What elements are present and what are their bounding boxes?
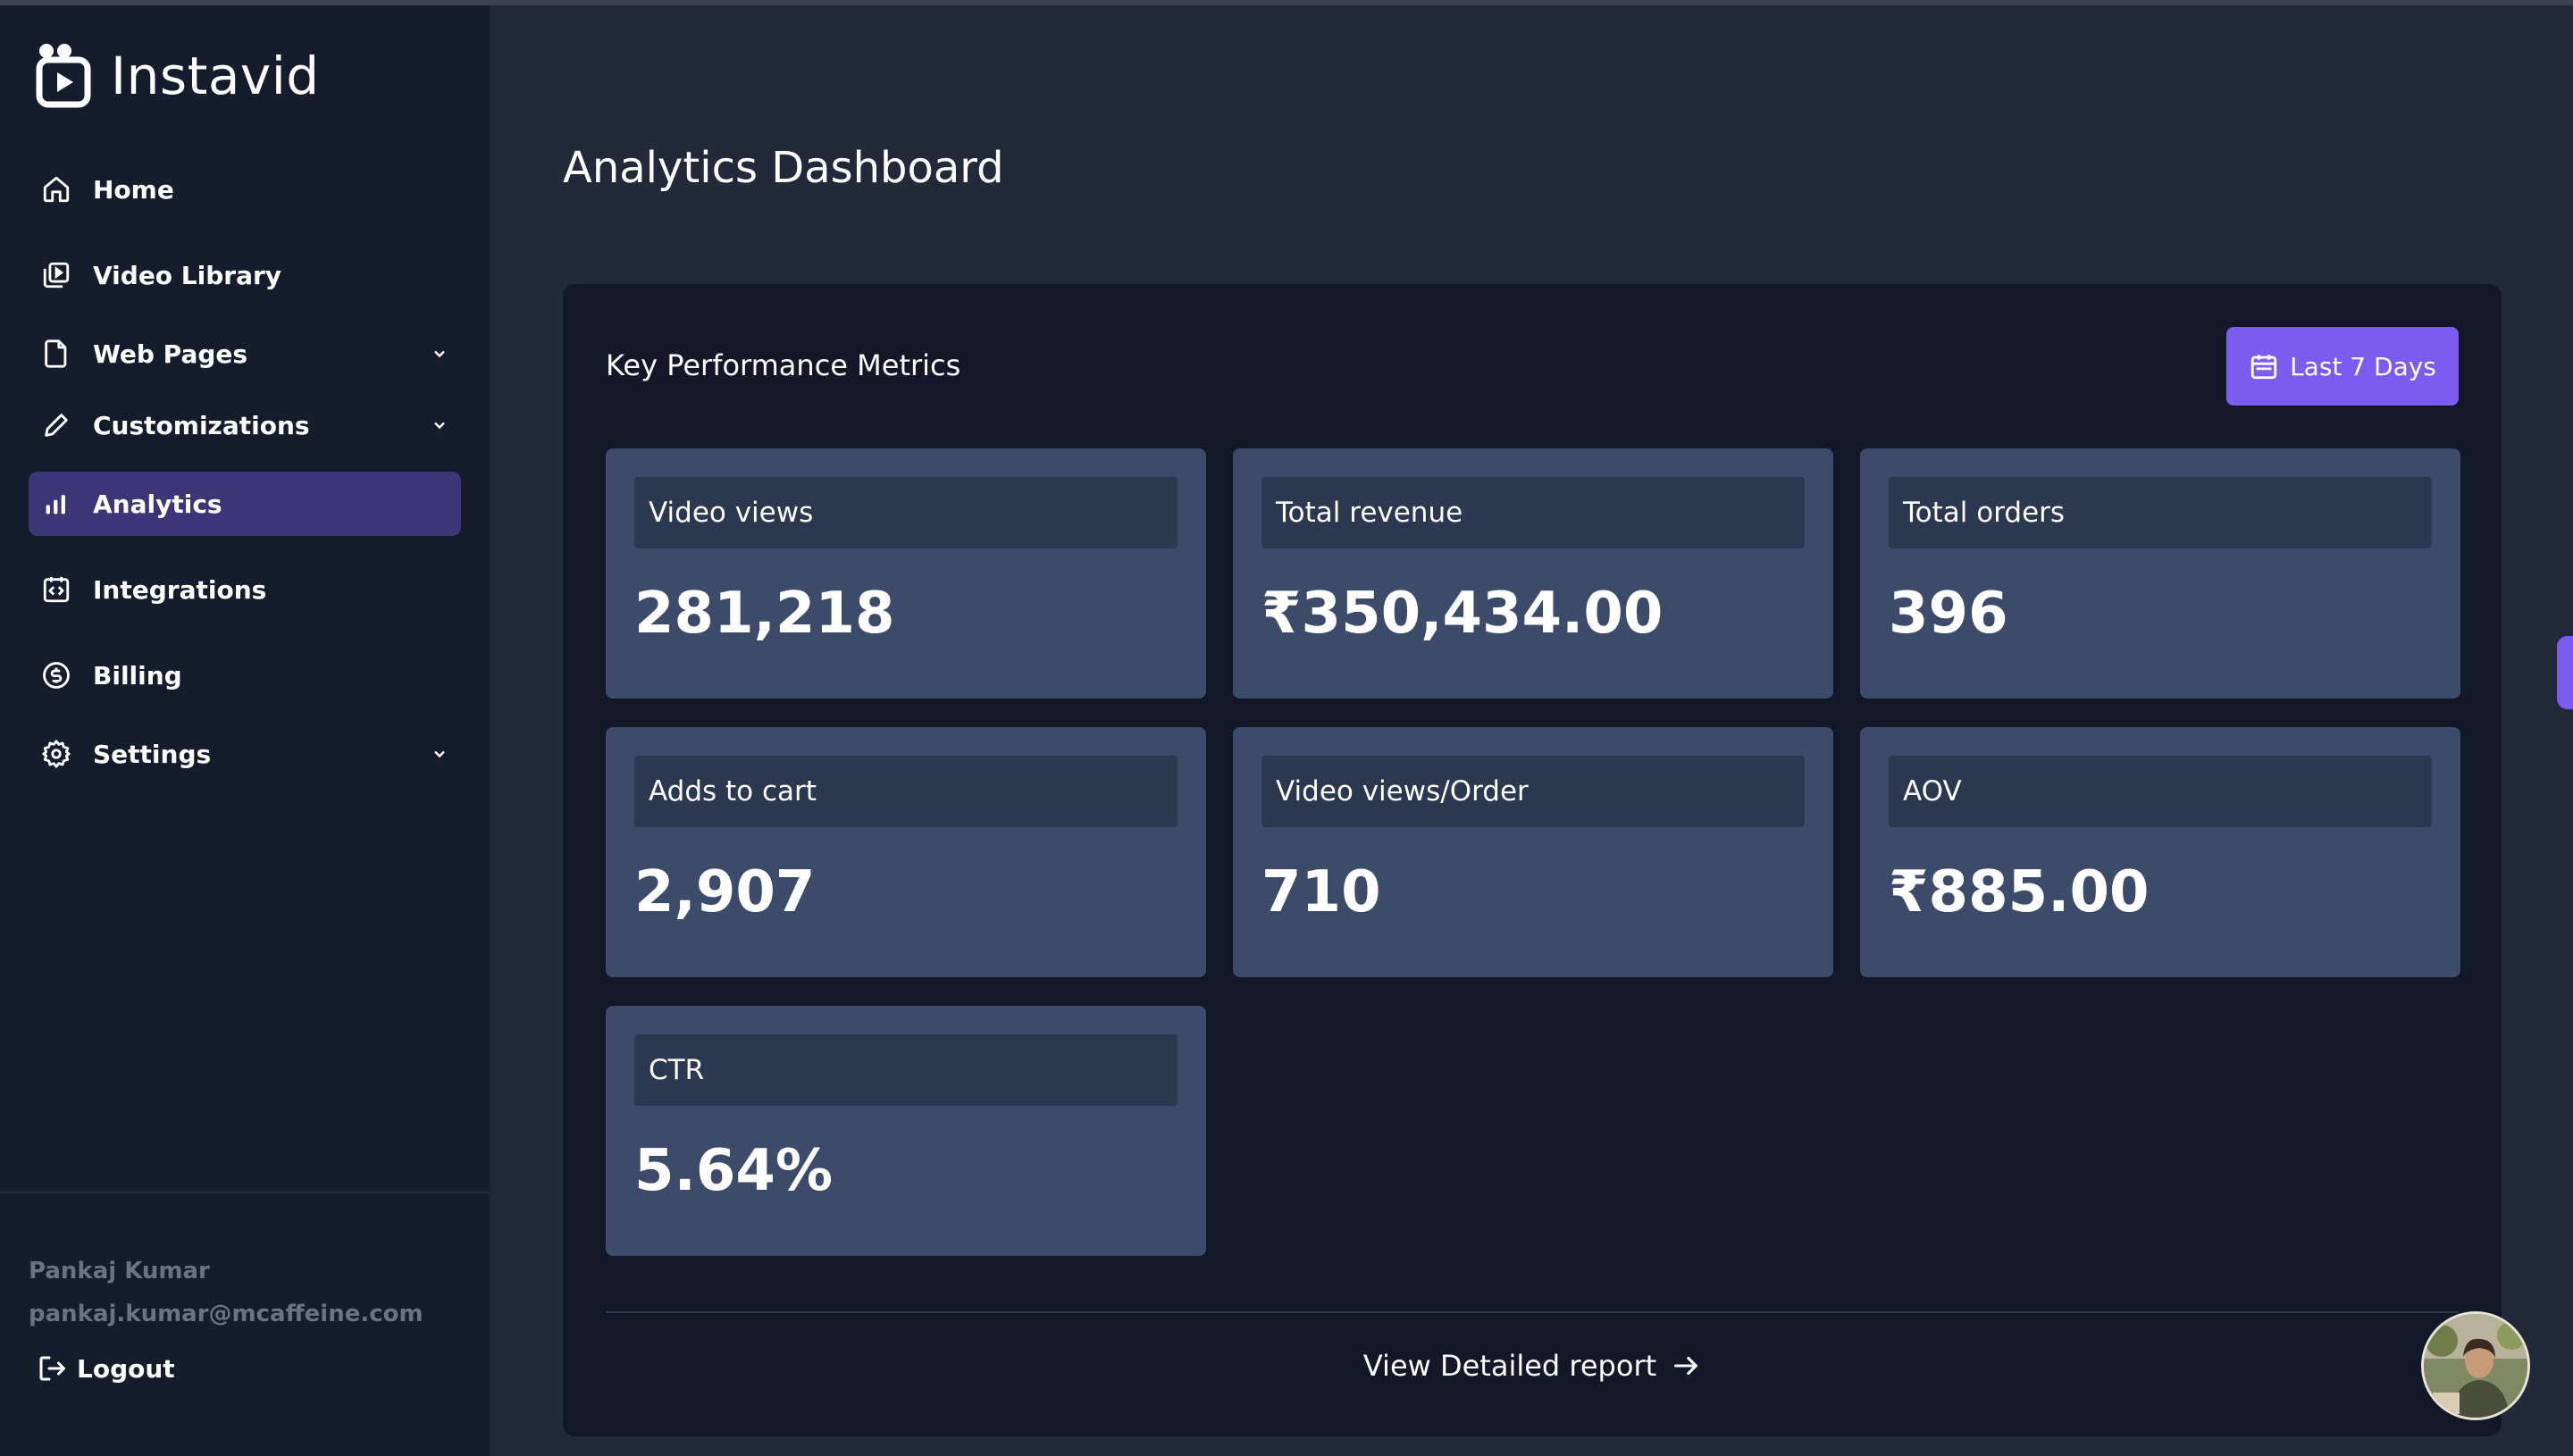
sidebar-item-label: Home xyxy=(93,174,174,205)
home-icon xyxy=(41,174,71,205)
metric-label: CTR xyxy=(634,1034,1178,1106)
user-email: pankaj.kumar@mcaffeine.com xyxy=(29,1301,423,1327)
sidebar: Instavid Home Video Library Web Pages Cu… xyxy=(0,5,491,1456)
view-detailed-report-link[interactable]: View Detailed report xyxy=(563,1349,2502,1383)
sidebar-item-customizations[interactable]: Customizations xyxy=(29,393,461,457)
panel-title: Key Performance Metrics xyxy=(606,348,961,382)
panel-divider xyxy=(606,1311,2459,1313)
metric-label: Total revenue xyxy=(1261,477,1805,548)
metric-value: 710 xyxy=(1261,859,1381,925)
metric-value: ₹885.00 xyxy=(1889,859,2150,925)
sidebar-item-home[interactable]: Home xyxy=(29,157,461,222)
bar-chart-icon xyxy=(41,489,71,519)
kpi-panel: Key Performance Metrics Last 7 Days Vide… xyxy=(563,284,2502,1436)
metric-value: 281,218 xyxy=(634,581,895,647)
metric-card-video-views: Video views 281,218 xyxy=(606,448,1206,699)
app-logo[interactable]: Instavid xyxy=(34,38,320,114)
page-title: Analytics Dashboard xyxy=(563,143,1004,193)
metric-value: ₹350,434.00 xyxy=(1261,581,1664,647)
report-link-label: View Detailed report xyxy=(1362,1349,1657,1383)
date-range-button[interactable]: Last 7 Days xyxy=(2226,327,2459,406)
instavid-logo-icon xyxy=(36,44,91,108)
sidebar-item-integrations[interactable]: Integrations xyxy=(29,557,461,622)
integration-icon xyxy=(41,574,71,605)
metric-card-adds-to-cart: Adds to cart 2,907 xyxy=(606,727,1206,977)
sidebar-item-video-library[interactable]: Video Library xyxy=(29,243,461,307)
logout-icon xyxy=(39,1356,65,1381)
chevron-down-icon xyxy=(434,350,445,358)
sidebar-item-label: Billing xyxy=(93,660,182,690)
metric-value: 5.64% xyxy=(634,1138,834,1204)
sidebar-item-label: Settings xyxy=(93,739,212,769)
metric-card-total-orders: Total orders 396 xyxy=(1860,448,2460,699)
metric-label: Adds to cart xyxy=(634,756,1178,827)
chevron-down-icon xyxy=(434,422,445,430)
metric-card-aov: AOV ₹885.00 xyxy=(1860,727,2460,977)
metric-card-ctr: CTR 5.64% xyxy=(606,1006,1206,1256)
dollar-circle-icon xyxy=(41,660,71,690)
date-range-label: Last 7 Days xyxy=(2290,351,2436,381)
metric-label: Video views xyxy=(634,477,1178,548)
video-library-icon xyxy=(41,260,71,290)
sidebar-item-settings[interactable]: Settings xyxy=(29,722,461,786)
metric-label: Total orders xyxy=(1889,477,2432,548)
sidebar-item-label: Web Pages xyxy=(93,339,248,369)
side-feedback-tab[interactable] xyxy=(2557,636,2573,709)
sidebar-item-billing[interactable]: Billing xyxy=(29,643,461,707)
calendar-icon xyxy=(2250,355,2277,380)
metric-label: AOV xyxy=(1889,756,2432,827)
metric-label: Video views/Order xyxy=(1261,756,1805,827)
user-name: Pankaj Kumar xyxy=(29,1258,210,1284)
sidebar-item-web-pages[interactable]: Web Pages xyxy=(29,322,461,386)
sidebar-item-label: Video Library xyxy=(93,260,282,290)
metric-card-video-views-per-order: Video views/Order 710 xyxy=(1233,727,1833,977)
logout-button[interactable]: Logout xyxy=(36,1352,175,1385)
metric-card-total-revenue: Total revenue ₹350,434.00 xyxy=(1233,448,1833,699)
pencil-icon xyxy=(41,410,71,440)
metric-value: 396 xyxy=(1889,581,2008,647)
sidebar-item-label: Analytics xyxy=(93,489,222,519)
chevron-down-icon xyxy=(434,750,445,758)
sidebar-item-label: Customizations xyxy=(93,410,310,440)
logout-label: Logout xyxy=(77,1353,175,1384)
document-icon xyxy=(41,339,71,369)
sidebar-item-analytics[interactable]: Analytics xyxy=(29,472,461,536)
gear-icon xyxy=(41,739,71,769)
sidebar-divider xyxy=(0,1192,490,1193)
app-name: Instavid xyxy=(111,46,320,106)
arrow-right-icon xyxy=(1674,1356,1698,1376)
sidebar-item-label: Integrations xyxy=(93,574,267,605)
avatar-photo xyxy=(2424,1314,2527,1418)
support-chat-avatar[interactable] xyxy=(2421,1311,2530,1420)
metric-value: 2,907 xyxy=(634,859,816,925)
